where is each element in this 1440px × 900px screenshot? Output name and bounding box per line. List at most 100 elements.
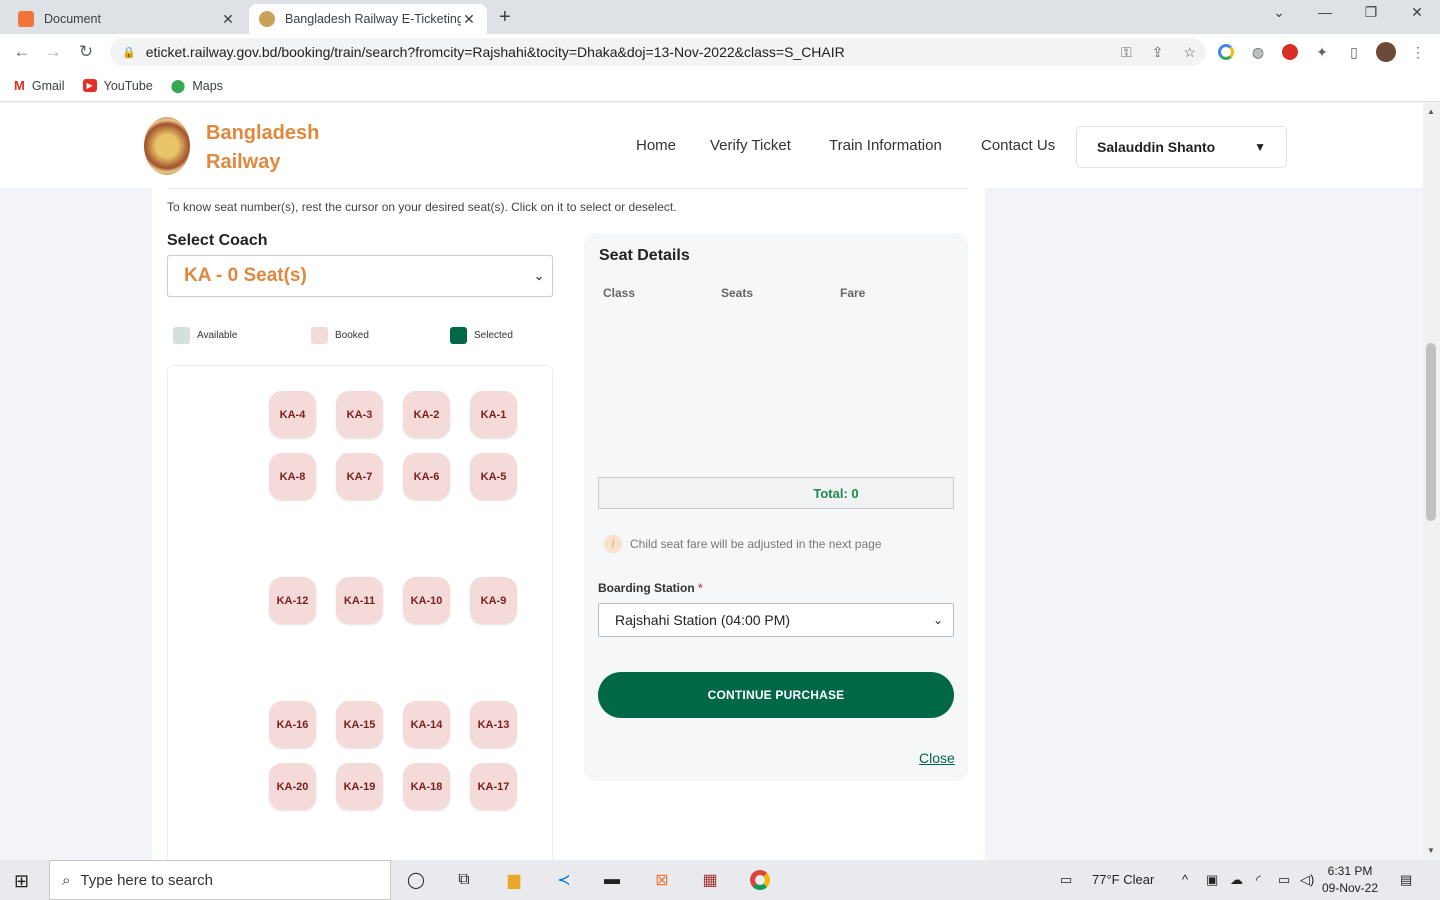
legend-selected: Selected [450, 327, 513, 344]
seat-ka-9[interactable]: KA-9 [470, 577, 517, 624]
close-tab-icon[interactable]: ✕ [461, 11, 477, 28]
coach-select[interactable]: KA - 0 Seat(s) ⌄ [167, 255, 553, 297]
boarding-label-text: Boarding Station [598, 581, 695, 595]
continue-purchase-button[interactable]: CONTINUE PURCHASE [598, 672, 954, 718]
task-view-icon[interactable]: ⧉ [451, 868, 477, 892]
user-menu[interactable]: Salauddin Shanto ▼ [1076, 126, 1287, 168]
bookmark-gmail[interactable]: M Gmail [14, 78, 65, 93]
seat-ka-13[interactable]: KA-13 [470, 701, 517, 748]
weather-icon[interactable]: ▭ [1060, 872, 1072, 888]
seat-ka-10[interactable]: KA-10 [403, 577, 450, 624]
file-explorer-icon[interactable]: ▆ [501, 868, 527, 892]
tab-document[interactable]: Document ✕ [8, 4, 246, 34]
terminal-icon[interactable]: ▬ [599, 868, 625, 892]
adblock-extension-icon[interactable] [1280, 42, 1300, 62]
key-icon[interactable]: ⚿ [1121, 44, 1132, 61]
seat-ka-8[interactable]: KA-8 [269, 453, 316, 500]
bangladesh-railway-logo[interactable] [144, 117, 190, 175]
cortana-icon[interactable]: ◯ [403, 868, 429, 892]
seat-ka-11[interactable]: KA-11 [336, 577, 383, 624]
vscode-icon[interactable]: ≺ [551, 868, 577, 892]
notifications-icon[interactable]: ▤ [1400, 872, 1412, 888]
scroll-up-icon[interactable]: ▲ [1427, 107, 1435, 116]
bookmark-youtube[interactable]: ▶ YouTube [82, 79, 153, 93]
forward-icon[interactable]: → [42, 42, 64, 62]
clock-time: 6:31 PM [1327, 864, 1373, 878]
webpage: Bangladesh Railway Home Verify Ticket Tr… [0, 103, 1423, 860]
coach-select-value: KA - 0 Seat(s) [184, 265, 307, 286]
chrome-extension-icon[interactable] [1216, 42, 1236, 62]
chevron-down-icon: ⌄ [932, 613, 943, 627]
close-link[interactable]: Close [919, 750, 955, 766]
windows-start-icon[interactable]: ⊞ [14, 871, 29, 892]
tray-chevron-up-icon[interactable]: ^ [1182, 872, 1188, 887]
col-seats: Seats [721, 286, 754, 300]
brand-name[interactable]: Bangladesh Railway [206, 119, 319, 177]
puzzle-extensions-icon[interactable]: ✦ [1312, 42, 1332, 62]
booked-swatch [311, 327, 328, 344]
bookmark-label: Gmail [31, 78, 65, 93]
xampp-icon[interactable]: ⊠ [649, 868, 675, 892]
bookmark-maps[interactable]: ⬤ Maps [171, 78, 223, 94]
close-window-icon[interactable]: ✕ [1394, 4, 1440, 21]
browser-menu-icon[interactable]: ⋮ [1408, 42, 1428, 62]
boarding-station-select[interactable]: Rajshahi Station (04:00 PM) ⌄ [598, 603, 954, 637]
profile-avatar[interactable] [1376, 42, 1396, 62]
nav-contact-us[interactable]: Contact Us [981, 137, 1055, 154]
seat-ka-16[interactable]: KA-16 [269, 701, 316, 748]
maps-pin-icon: ⬤ [170, 77, 186, 93]
seat-ka-1[interactable]: KA-1 [470, 391, 517, 438]
user-name: Salauddin Shanto [1097, 139, 1216, 155]
boarding-station-value: Rajshahi Station (04:00 PM) [615, 612, 791, 628]
minimize-icon[interactable]: — [1302, 4, 1348, 20]
chevron-down-icon: ⌄ [533, 269, 544, 283]
search-icon: ⌕ [62, 871, 71, 889]
volume-icon[interactable]: ◁) [1300, 872, 1314, 888]
onedrive-icon[interactable]: ☁ [1230, 872, 1243, 888]
restore-icon[interactable]: ❐ [1348, 4, 1394, 21]
nav-home[interactable]: Home [636, 137, 676, 154]
winrar-icon[interactable]: ▦ [697, 868, 723, 892]
xampp-favicon-icon [18, 11, 34, 27]
wifi-icon[interactable]: ◜ [1256, 872, 1261, 888]
seat-ka-15[interactable]: KA-15 [336, 701, 383, 748]
tab-search-chevron-icon[interactable]: ⌄ [1256, 4, 1302, 21]
seat-ka-20[interactable]: KA-20 [269, 763, 316, 810]
seat-ka-5[interactable]: KA-5 [470, 453, 517, 500]
seat-ka-3[interactable]: KA-3 [336, 391, 383, 438]
taskbar-search[interactable]: ⌕ Type here to search [49, 860, 391, 900]
url-text: eticket.railway.gov.bd/booking/train/sea… [145, 44, 845, 60]
seat-ka-17[interactable]: KA-17 [470, 763, 517, 810]
seat-ka-19[interactable]: KA-19 [336, 763, 383, 810]
reload-icon[interactable]: ↻ [75, 42, 97, 62]
seat-ka-4[interactable]: KA-4 [269, 391, 316, 438]
scroll-down-icon[interactable]: ▼ [1427, 846, 1435, 855]
back-icon[interactable]: ← [11, 42, 33, 62]
seat-ka-18[interactable]: KA-18 [403, 763, 450, 810]
nav-train-information[interactable]: Train Information [829, 137, 942, 154]
seat-ka-12[interactable]: KA-12 [269, 577, 316, 624]
side-panel-icon[interactable]: ▯ [1344, 42, 1364, 62]
seat-map: KA-4 KA-3 KA-2 KA-1 KA-8 KA-7 KA-6 KA-5 … [167, 365, 553, 860]
gmail-icon: M [14, 78, 25, 93]
seat-ka-14[interactable]: KA-14 [403, 701, 450, 748]
battery-icon[interactable]: ▭ [1278, 872, 1290, 888]
weather-text[interactable]: 77°F Clear [1092, 872, 1154, 887]
close-tab-icon[interactable]: ✕ [220, 11, 236, 28]
scrollbar-thumb[interactable] [1426, 343, 1436, 521]
seat-ka-2[interactable]: KA-2 [403, 391, 450, 438]
star-icon[interactable]: ☆ [1183, 44, 1196, 61]
brand-line-2: Railway [206, 151, 281, 173]
globe-extension-icon[interactable]: ◍ [1248, 42, 1268, 62]
tab-bangladesh-railway[interactable]: Bangladesh Railway E-Ticketing S ✕ [249, 4, 487, 34]
share-icon[interactable]: ⇪ [1152, 44, 1164, 61]
meet-now-icon[interactable]: ▣ [1206, 872, 1218, 888]
seat-ka-6[interactable]: KA-6 [403, 453, 450, 500]
chrome-taskbar-icon[interactable] [747, 868, 773, 892]
nav-verify-ticket[interactable]: Verify Ticket [710, 137, 791, 154]
legend-label: Selected [474, 330, 513, 341]
clock[interactable]: 6:31 PM 09-Nov-22 [1322, 863, 1378, 897]
address-bar[interactable]: 🔒 eticket.railway.gov.bd/booking/train/s… [110, 38, 1206, 66]
seat-ka-7[interactable]: KA-7 [336, 453, 383, 500]
new-tab-icon[interactable]: + [499, 6, 511, 29]
